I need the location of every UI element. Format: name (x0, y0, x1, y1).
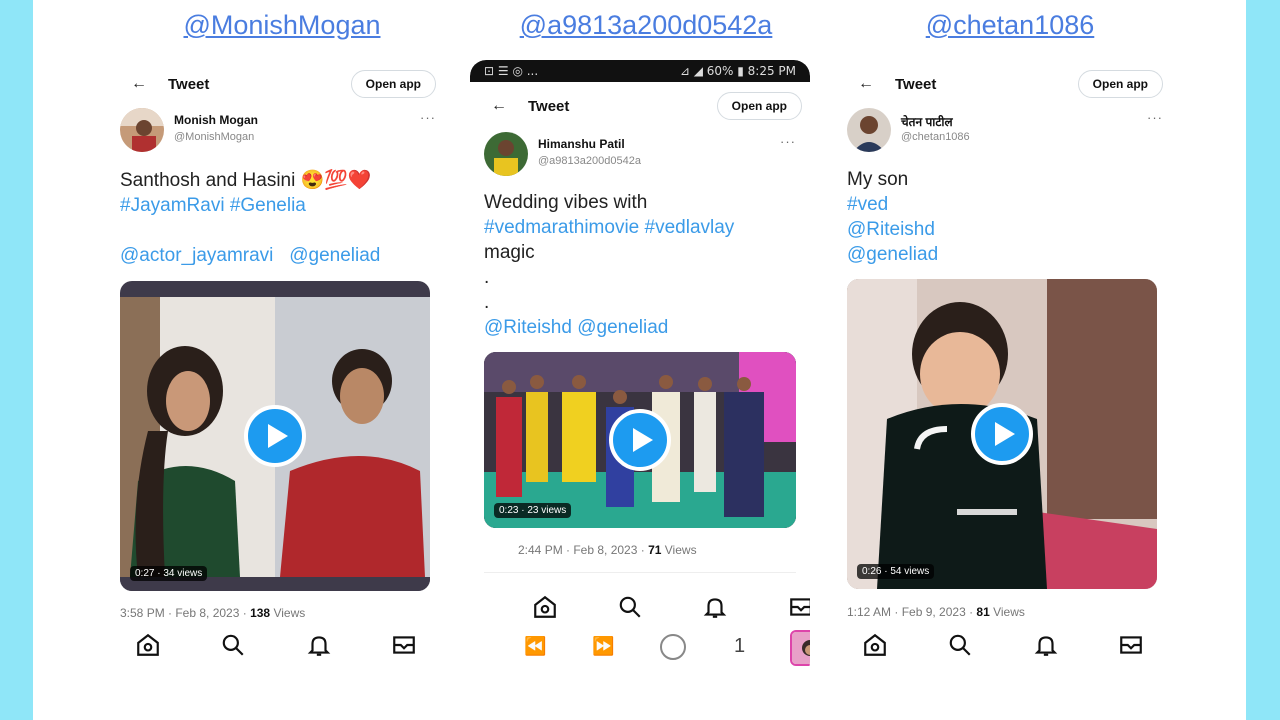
display-name[interactable]: चेतन पाटील (901, 113, 953, 130)
username[interactable]: @a9813a200d0542a (538, 155, 641, 167)
divider (484, 572, 796, 573)
open-app-button[interactable]: Open app (1077, 70, 1163, 98)
video-thumbnail[interactable]: 0:27 · 34 views (120, 281, 430, 591)
author-row: Monish Mogan @MonishMogan ··· (120, 108, 436, 154)
tweet-header: ← Tweet Open app (847, 66, 1163, 102)
profile-avatar[interactable] (790, 630, 810, 666)
tweet-line: Wedding vibes with (484, 192, 648, 213)
tweet-hashtags[interactable]: #JayamRavi #Genelia (120, 193, 436, 218)
views-count: 71 (648, 543, 662, 557)
bell-icon[interactable] (1033, 632, 1059, 658)
handle-title-2[interactable]: @a9813a200d0542a (503, 10, 789, 41)
play-icon[interactable] (971, 403, 1033, 465)
home-icon[interactable] (135, 632, 161, 658)
tweet-text: Santhosh and Hasini 😍💯❤️ #JayamRavi #Gen… (120, 168, 436, 268)
home-icon[interactable] (862, 632, 888, 658)
tweet-line: My son (847, 169, 909, 190)
tweet-mentions[interactable]: @actor_jayamravi @geneliad (120, 243, 436, 268)
bell-icon[interactable] (306, 632, 332, 658)
tweet-line: Santhosh and Hasini 😍💯❤️ (120, 170, 372, 191)
tweet-text: Wedding vibes with #vedmarathimovie #ved… (484, 190, 796, 340)
search-icon[interactable] (617, 594, 643, 620)
video-duration: 0:23 · 23 views (494, 503, 572, 518)
handle-title-3[interactable]: @chetan1086 (905, 10, 1115, 41)
display-name[interactable]: Monish Mogan (174, 113, 258, 127)
views-label: Views (661, 543, 697, 557)
open-app-button[interactable]: Open app (716, 92, 802, 120)
header-title: Tweet (528, 97, 570, 115)
views-label: Views (989, 605, 1025, 619)
more-icon[interactable]: ··· (420, 110, 436, 125)
username[interactable]: @chetan1086 (901, 131, 970, 143)
tweet-mention[interactable]: @geneliad (847, 242, 1163, 267)
tweet-mentions[interactable]: @Riteishd @geneliad (484, 315, 796, 340)
video-duration: 0:26 · 54 views (857, 564, 935, 579)
tweet-dot: . (484, 292, 490, 313)
mail-icon[interactable] (788, 594, 810, 620)
video-thumbnail[interactable]: 0:23 · 23 views (484, 352, 796, 528)
bell-icon[interactable] (702, 594, 728, 620)
tweet-card-1: ← Tweet Open app Monish Mogan @MonishMog… (120, 64, 436, 664)
tweet-meta: 2:44 PM · Feb 8, 2023 · 71 Views (518, 543, 697, 557)
bottom-nav (120, 632, 436, 662)
tweet-header: ← Tweet Open app (480, 88, 802, 124)
tweet-card-3: ← Tweet Open app चेतन पाटील @chetan1086 … (847, 64, 1163, 664)
rewind-icon[interactable]: ⏪ (524, 636, 546, 657)
search-icon[interactable] (220, 632, 246, 658)
more-icon[interactable]: ··· (780, 134, 796, 149)
handle-title-1[interactable]: @MonishMogan (181, 10, 383, 41)
tweet-mention[interactable]: @Riteishd (847, 217, 1163, 242)
more-icon[interactable]: ··· (1147, 110, 1163, 125)
mail-icon[interactable] (1118, 632, 1144, 658)
tweet-text: My son #ved @Riteishd @geneliad (847, 167, 1163, 267)
bottom-nav (847, 632, 1163, 662)
video-thumbnail[interactable]: 0:26 · 54 views (847, 279, 1157, 589)
browser-nav-bar: ⏪ ⏩ 1 (470, 628, 810, 668)
views-count: 81 (976, 605, 990, 619)
display-name[interactable]: Himanshu Patil (538, 137, 625, 151)
phone-status-bar: ⊡ ☰ ◎ ... ⊿ ◢ 60% ▮ 8:25 PM (470, 60, 810, 82)
tweet-hashtag[interactable]: #ved (847, 192, 1163, 217)
avatar[interactable] (847, 108, 891, 152)
tweet-meta: 3:58 PM · Feb 8, 2023 · 138 Views (120, 606, 305, 620)
play-icon[interactable] (609, 409, 671, 471)
play-icon[interactable] (244, 405, 306, 467)
tweet-time: 3:58 PM · Feb 8, 2023 · (120, 606, 251, 620)
status-left: ⊡ ☰ ◎ ... (484, 64, 539, 78)
tweet-line: magic (484, 242, 535, 263)
video-duration: 0:27 · 34 views (130, 566, 208, 581)
username[interactable]: @MonishMogan (174, 131, 254, 143)
forward-icon[interactable]: ⏩ (592, 636, 614, 657)
tweet-hashtags[interactable]: #vedmarathimovie #vedlavlay (484, 215, 796, 240)
home-icon[interactable] (532, 594, 558, 620)
tweet-time: 1:12 AM · Feb 9, 2023 · (847, 605, 977, 619)
status-right: ⊿ ◢ 60% ▮ 8:25 PM (679, 64, 796, 78)
author-row: Himanshu Patil @a9813a200d0542a ··· (484, 132, 796, 178)
tab-count[interactable]: 1 (734, 635, 745, 658)
loading-icon[interactable] (658, 632, 688, 662)
tweet-card-2: ⊡ ☰ ◎ ... ⊿ ◢ 60% ▮ 8:25 PM ← Tweet Open… (470, 60, 810, 678)
canvas: @MonishMogan @a9813a200d0542a @chetan108… (33, 0, 1246, 720)
views-count: 138 (250, 606, 271, 620)
mail-icon[interactable] (391, 632, 417, 658)
author-row: चेतन पाटील @chetan1086 ··· (847, 108, 1163, 154)
back-arrow-icon[interactable]: ← (851, 75, 881, 93)
search-icon[interactable] (947, 632, 973, 658)
header-title: Tweet (168, 75, 210, 93)
back-arrow-icon[interactable]: ← (124, 75, 154, 93)
tweet-meta: 1:12 AM · Feb 9, 2023 · 81 Views (847, 605, 1025, 619)
views-label: Views (270, 606, 306, 620)
back-arrow-icon[interactable]: ← (484, 97, 514, 115)
avatar[interactable] (484, 132, 528, 176)
avatar[interactable] (120, 108, 164, 152)
bottom-nav (470, 594, 810, 624)
open-app-button[interactable]: Open app (350, 70, 436, 98)
tweet-header: ← Tweet Open app (120, 66, 436, 102)
tweet-dot: . (484, 267, 490, 288)
tweet-time: 2:44 PM · Feb 8, 2023 · (518, 543, 649, 557)
header-title: Tweet (895, 75, 937, 93)
